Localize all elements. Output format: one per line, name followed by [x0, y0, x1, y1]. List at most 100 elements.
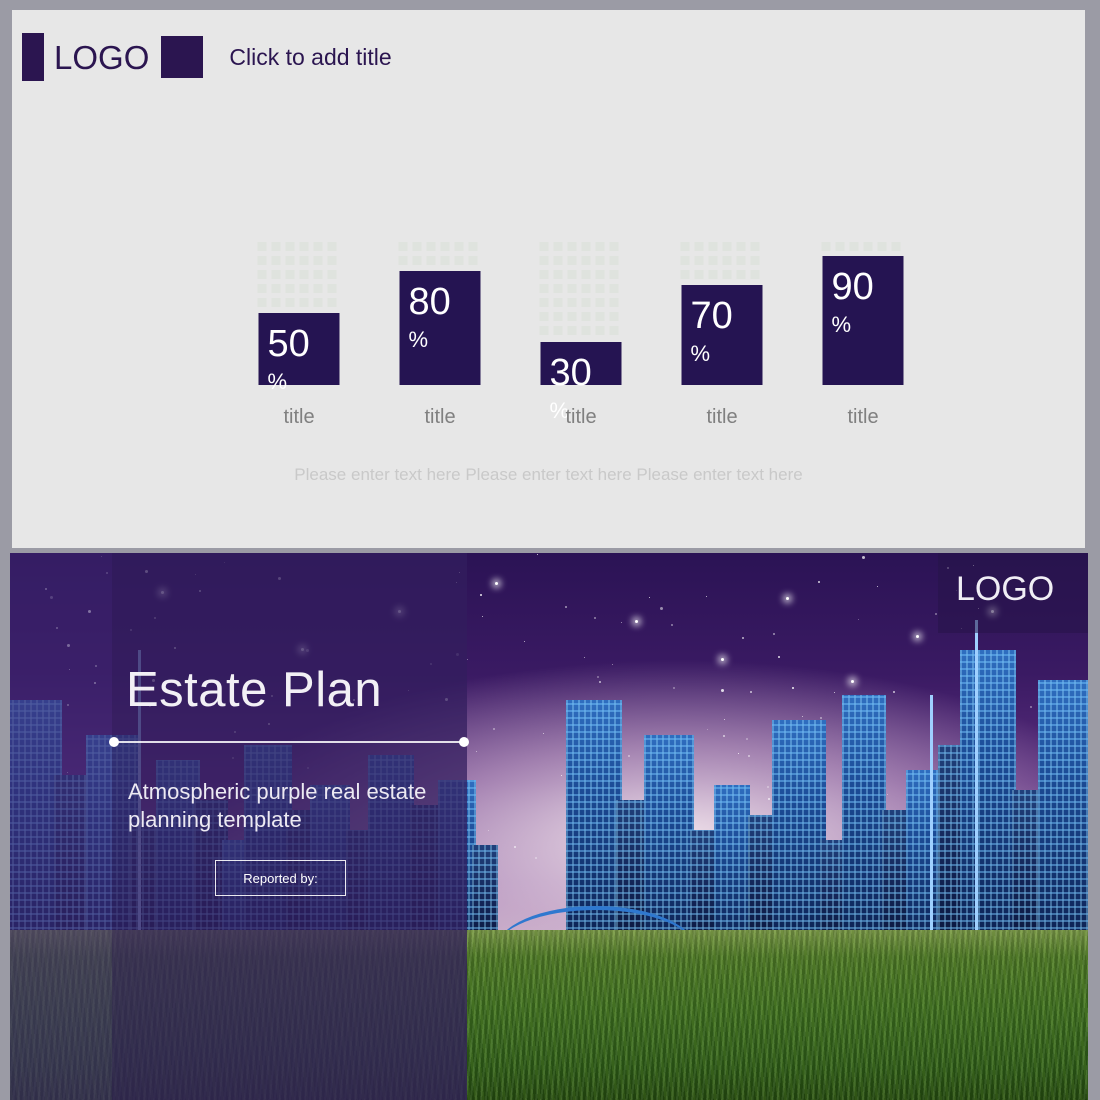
dot-cell: [257, 270, 267, 279]
chart-bar[interactable]: 70%: [681, 285, 763, 385]
dot-cell: [327, 256, 337, 265]
chart-column[interactable]: 30% title: [526, 242, 636, 428]
star: [649, 596, 651, 598]
dot-cell: [891, 242, 901, 251]
placeholder-dot-grid-icon: [821, 242, 905, 251]
dot-cell: [750, 256, 760, 265]
page-title[interactable]: Click to add title: [229, 44, 391, 71]
dot-cell: [440, 242, 450, 251]
dot-cell: [567, 242, 577, 251]
dot-cell: [553, 298, 563, 307]
dot-cell: [708, 256, 718, 265]
dot-cell: [609, 298, 619, 307]
chart-bar[interactable]: 90%: [822, 256, 904, 385]
dot-cell: [539, 312, 549, 321]
bar-unit-label: %: [831, 312, 852, 337]
dot-cell: [426, 256, 436, 265]
chart-caption[interactable]: Please enter text here Please enter text…: [12, 465, 1085, 485]
dot-cell: [285, 298, 295, 307]
dot-cell: [722, 256, 732, 265]
star: [537, 553, 539, 555]
dot-cell: [708, 242, 718, 251]
dot-cell: [736, 256, 746, 265]
dot-cell: [440, 256, 450, 265]
dot-cell: [821, 242, 831, 251]
star: [479, 594, 482, 597]
bar-unit-label: %: [690, 341, 711, 366]
dot-cell: [257, 242, 267, 251]
top-slide: LOGO Click to add title 50% title 80% title…: [12, 10, 1085, 548]
dot-cell: [581, 256, 591, 265]
dot-cell: [694, 270, 704, 279]
chart-category-label[interactable]: title: [244, 406, 354, 429]
antenna-spire: [975, 620, 978, 950]
chart-bar[interactable]: 30%: [540, 342, 622, 422]
dot-cell: [722, 242, 732, 251]
divider-dot-right: [459, 737, 469, 747]
divider-rule: [109, 737, 469, 747]
dot-cell: [722, 270, 732, 279]
star-glow: [495, 581, 499, 585]
dot-cell: [299, 256, 309, 265]
star: [862, 556, 866, 560]
dot-cell: [567, 270, 577, 279]
dot-cell: [877, 242, 887, 251]
bar-value-label: 50: [267, 323, 310, 365]
dot-cell: [539, 298, 549, 307]
dot-cell: [581, 242, 591, 251]
dot-cell: [285, 256, 295, 265]
dot-cell: [609, 256, 619, 265]
dot-cell: [581, 312, 591, 321]
reported-by-label: Reported by:: [243, 870, 318, 886]
dot-cell: [539, 270, 549, 279]
dot-cell: [327, 284, 337, 293]
dot-cell: [553, 326, 563, 335]
dot-cell: [595, 312, 605, 321]
chart-bar[interactable]: 50%: [258, 313, 340, 393]
dot-cell: [835, 242, 845, 251]
dot-cell: [327, 298, 337, 307]
dot-cell: [609, 242, 619, 251]
slide-header: LOGO Click to add title: [22, 32, 392, 82]
dot-cell: [257, 298, 267, 307]
dot-cell: [398, 242, 408, 251]
dot-cell: [567, 312, 577, 321]
chart-category-label[interactable]: title: [808, 406, 918, 429]
chart-category-label[interactable]: title: [385, 406, 495, 429]
chart-category-label[interactable]: title: [526, 406, 636, 429]
bar-value-label: 80: [408, 281, 451, 323]
dot-cell: [609, 270, 619, 279]
chart-column[interactable]: 80% title: [385, 242, 495, 428]
bar-unit-label: %: [267, 369, 288, 394]
dot-cell: [271, 242, 281, 251]
dot-cell: [736, 242, 746, 251]
star: [481, 616, 483, 618]
presentation-page: LOGO Click to add title 50% title 80% title…: [0, 0, 1100, 1100]
chart-column[interactable]: 50% title: [244, 242, 354, 428]
chart-category-label[interactable]: title: [667, 406, 777, 429]
dot-cell: [257, 284, 267, 293]
logo-bar-icon: [22, 33, 44, 81]
reported-by-box[interactable]: Reported by:: [215, 860, 346, 896]
hero-subtitle: Atmospheric purple real estate planning …: [128, 779, 427, 832]
dot-cell: [271, 298, 281, 307]
chart-bar[interactable]: 80%: [399, 271, 481, 385]
dot-cell: [539, 326, 549, 335]
star-glow: [786, 597, 790, 601]
dot-cell: [271, 270, 281, 279]
bar-chart: 50% title 80% title 30% title 70% title 90% title: [244, 242, 904, 432]
hero-title: Estate Plan: [126, 663, 383, 717]
dot-cell: [694, 256, 704, 265]
chart-column[interactable]: 70% title: [667, 242, 777, 428]
dot-cell: [595, 326, 605, 335]
dot-cell: [708, 270, 718, 279]
bar-value-label: 90: [831, 266, 874, 308]
dot-cell: [581, 326, 591, 335]
chart-column[interactable]: 90% title: [808, 242, 918, 428]
placeholder-dot-grid-icon: [539, 242, 623, 335]
star: [565, 605, 567, 608]
logo-square-icon: [161, 36, 204, 78]
star: [877, 586, 879, 588]
dot-cell: [595, 284, 605, 293]
dot-cell: [327, 270, 337, 279]
